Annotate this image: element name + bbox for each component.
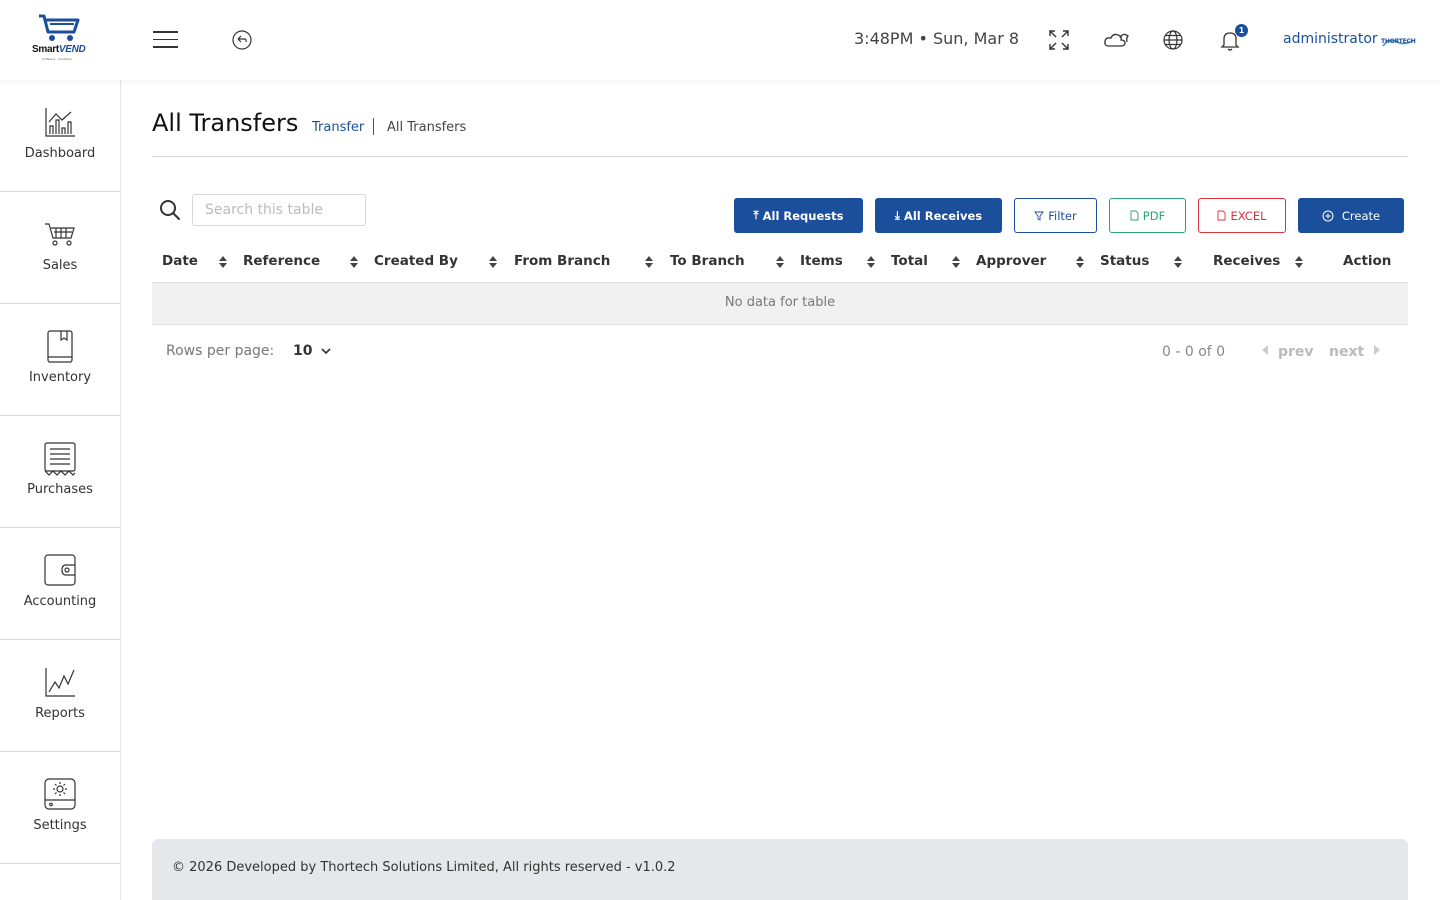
sort-icon[interactable] xyxy=(349,254,359,268)
footer: © 2026 Developed by Thortech Solutions L… xyxy=(152,839,1408,900)
prev-page-button[interactable]: prev xyxy=(1262,344,1314,360)
chevron-down-icon xyxy=(321,348,331,355)
download-icon: ⤓ xyxy=(894,208,900,222)
bar-chart-icon xyxy=(45,108,75,137)
clock: 3:48PM • Sun, Mar 8 xyxy=(854,29,1020,48)
weather-icon[interactable] xyxy=(1103,28,1131,52)
breadcrumb-transfer[interactable]: Transfer xyxy=(312,120,364,135)
column-to-branch[interactable]: To Branch xyxy=(670,253,745,269)
sidebar: Dashboard Sales Inventory Purchases Acco… xyxy=(0,80,121,900)
plus-circle-icon xyxy=(1322,210,1334,221)
top-bar: SmartVEND Software · Solutions 3:48PM • … xyxy=(0,0,1440,80)
footer-copyright: © 2026 Developed by Thortech Solutions L… xyxy=(172,860,676,875)
pagination-range: 0 - 0 of 0 xyxy=(1162,344,1226,360)
table-empty-row: No data for table xyxy=(152,283,1408,325)
header-divider xyxy=(152,156,1408,157)
notification-badge: 1 xyxy=(1235,24,1248,37)
sort-icon[interactable] xyxy=(775,254,785,268)
file-pdf-icon xyxy=(1130,210,1139,221)
logo-tagline: Software · Solutions xyxy=(42,57,72,61)
column-reference[interactable]: Reference xyxy=(243,253,320,269)
page-title: All Transfers xyxy=(152,109,299,137)
wallet-icon xyxy=(44,554,76,586)
sidebar-item-inventory[interactable]: Inventory xyxy=(0,304,120,416)
rows-per-page-select[interactable]: 10 xyxy=(293,343,331,359)
sidebar-item-sales[interactable]: Sales xyxy=(0,192,120,304)
user-menu[interactable]: administrator xyxy=(1283,31,1378,47)
smartvend-logo[interactable]: SmartVEND Software · Solutions xyxy=(30,12,88,68)
file-excel-icon xyxy=(1218,210,1226,221)
cart-icon xyxy=(45,223,75,246)
hamburger-menu-icon[interactable] xyxy=(153,31,178,49)
next-page-button[interactable]: next xyxy=(1329,344,1381,360)
sidebar-item-settings[interactable]: Settings xyxy=(0,752,120,864)
sort-icon[interactable] xyxy=(644,254,654,268)
sidebar-item-accounting[interactable]: Accounting xyxy=(0,528,120,640)
sort-icon[interactable] xyxy=(951,254,961,268)
sort-icon[interactable] xyxy=(866,254,876,268)
search-icon[interactable] xyxy=(159,199,181,221)
caret-right-icon xyxy=(1374,345,1381,355)
column-approver[interactable]: Approver xyxy=(976,253,1046,269)
create-button[interactable]: Create xyxy=(1298,198,1404,233)
book-icon xyxy=(47,330,73,363)
column-created-by[interactable]: Created By xyxy=(374,253,458,269)
settings-icon xyxy=(44,778,76,810)
excel-button[interactable]: EXCEL xyxy=(1198,198,1286,233)
all-receives-button[interactable]: ⤓ All Receives xyxy=(875,198,1002,233)
filter-button[interactable]: Filter xyxy=(1014,198,1097,233)
column-items[interactable]: Items xyxy=(800,253,843,269)
breadcrumb-separator xyxy=(373,118,374,135)
line-chart-icon xyxy=(45,668,75,697)
breadcrumb-current: All Transfers xyxy=(387,120,467,135)
sidebar-item-reports[interactable]: Reports xyxy=(0,640,120,752)
search-input[interactable] xyxy=(192,194,366,226)
sort-icon[interactable] xyxy=(1075,254,1085,268)
rows-per-page-label: Rows per page: xyxy=(166,343,275,359)
filter-icon xyxy=(1034,211,1045,221)
table-header: Date Reference Created By From Branch To… xyxy=(152,240,1408,283)
cart-logo-icon xyxy=(39,14,80,41)
globe-icon[interactable] xyxy=(1161,28,1185,52)
sort-icon[interactable] xyxy=(488,254,498,268)
sidebar-item-dashboard[interactable]: Dashboard xyxy=(0,80,120,192)
column-date[interactable]: Date xyxy=(162,253,198,269)
pdf-button[interactable]: PDF xyxy=(1109,198,1186,233)
column-total[interactable]: Total xyxy=(891,253,928,269)
company-logo-text: THORTECH xyxy=(1381,38,1416,45)
caret-left-icon xyxy=(1262,345,1268,355)
sort-icon[interactable] xyxy=(1173,254,1183,268)
logo-wordmark: SmartVEND xyxy=(32,44,86,55)
back-icon[interactable] xyxy=(231,29,253,51)
upload-icon: ⤒ xyxy=(753,208,759,222)
all-requests-button[interactable]: ⤒ All Requests xyxy=(734,198,863,233)
sort-icon[interactable] xyxy=(1294,254,1304,268)
column-receives[interactable]: Receives xyxy=(1213,253,1280,269)
column-action: Action xyxy=(1343,253,1392,269)
fullscreen-icon[interactable] xyxy=(1047,28,1071,52)
sort-icon[interactable] xyxy=(218,254,228,268)
column-status[interactable]: Status xyxy=(1100,253,1149,269)
column-from-branch[interactable]: From Branch xyxy=(514,253,610,269)
receipt-icon xyxy=(44,442,76,476)
sidebar-item-purchases[interactable]: Purchases xyxy=(0,416,120,528)
